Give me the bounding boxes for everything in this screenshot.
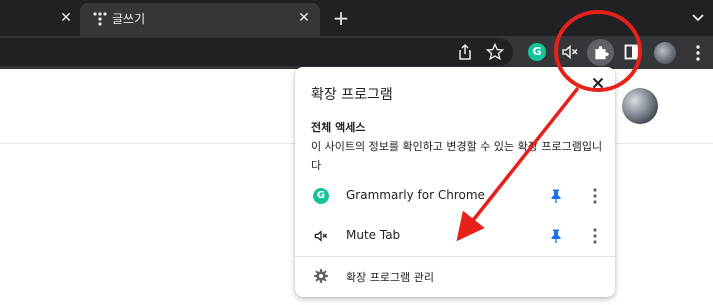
star-icon[interactable] (485, 42, 505, 62)
close-icon[interactable]: ✕ (58, 10, 74, 26)
tab-title: 글쓰기 (112, 12, 146, 26)
address-bar[interactable] (0, 38, 513, 66)
share-icon[interactable] (455, 42, 475, 62)
mute-icon (314, 230, 328, 242)
side-panel-icon[interactable] (622, 42, 642, 62)
extension-name: Mute Tab (346, 228, 401, 242)
grammarly-icon[interactable]: G (528, 43, 546, 61)
extensions-popup: 확장 프로그램 전체 액세스 이 사이트의 정보를 확인하고 변경할 수 있는 … (295, 67, 615, 297)
puzzle-icon (595, 46, 609, 60)
tab-active[interactable]: 글쓰기 ✕ (80, 3, 320, 36)
more-vert-icon[interactable] (587, 227, 603, 245)
popup-title: 확장 프로그램 (311, 87, 393, 103)
close-icon[interactable] (588, 73, 608, 93)
pin-icon[interactable] (549, 228, 563, 244)
toolbar: G (0, 36, 713, 69)
pin-icon[interactable] (549, 188, 563, 204)
page-avatar[interactable] (622, 88, 658, 124)
more-vert-icon[interactable] (690, 44, 706, 62)
divider (295, 256, 615, 257)
avatar[interactable] (654, 42, 676, 64)
more-vert-icon[interactable] (587, 187, 603, 205)
grammarly-icon: G (313, 188, 329, 204)
mute-icon[interactable] (560, 42, 580, 62)
tab-strip: ✕ 글쓰기 ✕ + (0, 0, 713, 36)
manage-extensions-button[interactable]: 확장 프로그램 관리 (295, 261, 615, 291)
section-description: 이 사이트의 정보를 확인하고 변경할 수 있는 확장 프로그램입니다 (311, 140, 603, 172)
tab-favicon-icon (93, 12, 107, 26)
extension-name: Grammarly for Chrome (346, 188, 485, 202)
chevron-down-icon[interactable] (690, 9, 706, 25)
extension-row-mute-tab[interactable]: Mute Tab (295, 217, 615, 255)
plus-icon[interactable]: + (331, 8, 351, 28)
close-icon[interactable]: ✕ (296, 10, 312, 26)
extension-row-grammarly[interactable]: G Grammarly for Chrome (295, 177, 615, 215)
extensions-button[interactable] (587, 39, 614, 66)
tab-inactive[interactable]: ✕ (0, 0, 80, 36)
gear-icon (314, 269, 328, 283)
manage-extensions-label: 확장 프로그램 관리 (346, 271, 434, 284)
section-title: 전체 액세스 (311, 121, 366, 134)
